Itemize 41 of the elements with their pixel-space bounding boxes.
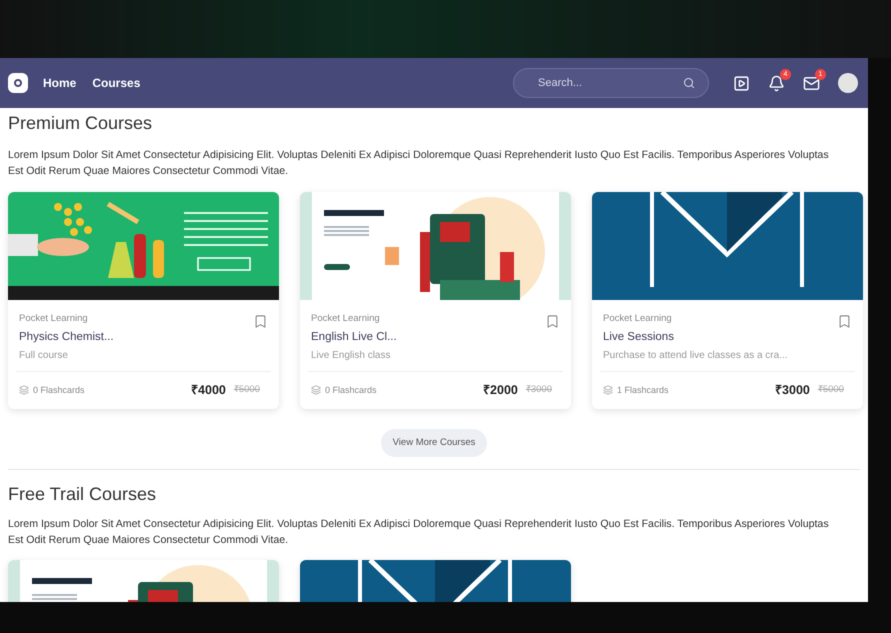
course-card[interactable]: Pocket Learning Physics Chemist... Full course 0 Flashcards ₹4000 ₹5000 [8, 192, 279, 409]
section-description: Lorem Ipsum Dolor Sit Amet Consectetur Adipisicing Elit. Voluptas Deleniti Ex Adipisci Doloremque Quasi Reprehenderit Iusto Quo Est Facilis. Temporibus Asperiores Voluptas Est Odit Rerum Quae Maiores Consectetur Commodi Vitae. [8, 516, 830, 548]
course-provider: Pocket Learning [603, 314, 673, 324]
flashcards-icon [311, 385, 321, 396]
course-title: Physics Chemist... [19, 332, 115, 343]
section-description: Lorem Ipsum Dolor Sit Amet Consectetur Adipisicing Elit. Voluptas Deleniti Ex Adipisci Doloremque Quasi Reprehenderit Iusto Quo Est Facilis. Temporibus Asperiores Voluptas Est Odit Rerum Quae Maiores Consectetur Commodi Vitae. [8, 148, 830, 179]
search-icon[interactable] [683, 77, 695, 89]
search-field[interactable]: Search... [513, 68, 709, 98]
section-title: Premium Courses [8, 112, 154, 134]
course-price: ₹2000 [483, 382, 518, 399]
logo-icon[interactable] [8, 73, 28, 93]
nav-link[interactable]: Courses [92, 74, 140, 92]
video-icon[interactable] [733, 74, 750, 92]
mail-icon[interactable] [803, 74, 820, 92]
course-card[interactable]: Pocket Learning Live Sessions Purchase to attend live classes as a cra... 1 Flashcards ₹3000 ₹5000 [592, 192, 863, 409]
bookmark-icon[interactable] [837, 314, 852, 329]
nav-link[interactable]: Home [43, 74, 76, 92]
course-price: ₹3000 [775, 382, 810, 399]
course-price: ₹4000 [191, 382, 226, 399]
old-price: ₹5000 [234, 383, 260, 398]
avatar[interactable] [838, 73, 858, 93]
view-more-button[interactable]: View More Courses [380, 428, 488, 457]
flashcards-icon [603, 385, 613, 396]
notification-icon[interactable] [768, 74, 785, 92]
bookmark-icon[interactable] [545, 314, 560, 329]
bookmark-icon[interactable] [253, 314, 268, 329]
old-price: ₹5000 [818, 383, 844, 398]
course-title: Live Sessions [603, 332, 675, 343]
flashcards-count: 0 Flashcards [33, 384, 86, 397]
flashcards-count: 1 Flashcards [617, 384, 670, 397]
course-subtitle: Purchase to attend live classes as a cra... [603, 351, 789, 361]
flashcards-icon [19, 385, 29, 396]
section-title: Free Trail Courses [8, 482, 158, 505]
course-provider: Pocket Learning [19, 314, 89, 324]
course-title: English Live Cl... [311, 332, 398, 343]
course-subtitle: Live English class [311, 351, 392, 361]
course-card[interactable]: Pocket Learning English Live Cl... Live English class 0 Flashcards ₹2000 ₹3000 [300, 192, 571, 409]
course-provider: Pocket Learning [311, 314, 381, 324]
flashcards-count: 0 Flashcards [325, 384, 378, 397]
course-subtitle: Full course [19, 351, 69, 361]
old-price: ₹3000 [526, 383, 552, 398]
